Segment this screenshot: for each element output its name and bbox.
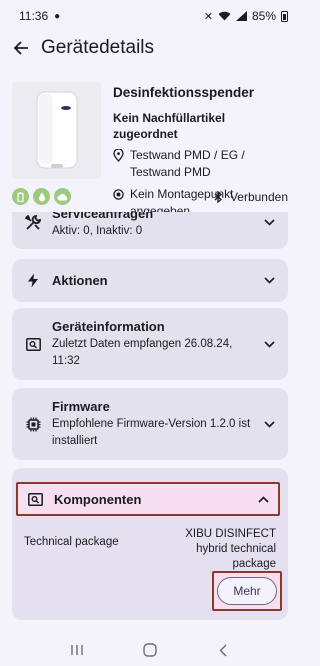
device-search-icon — [26, 492, 44, 506]
arrow-left-icon — [13, 41, 28, 55]
notification-icon: ● — [54, 10, 61, 22]
device-information-title: Geräteinformation — [52, 319, 165, 334]
location-pin-icon — [113, 148, 124, 167]
status-bar: 11:36 ● ✕ 85% — [0, 0, 300, 32]
component-value: XIBU DISINFECT hybrid technical package — [185, 528, 276, 570]
device-image — [12, 82, 101, 179]
service-requests-title: Serviceanfragen — [52, 212, 154, 221]
home-icon — [143, 643, 157, 657]
firmware-card[interactable]: Firmware Empfohlene Firmware-Version 1.2… — [12, 388, 288, 460]
signal-icon — [235, 11, 247, 21]
mute-icon: ✕ — [203, 10, 213, 23]
target-icon — [113, 188, 124, 205]
home-button[interactable] — [138, 638, 162, 662]
system-nav-bar — [0, 634, 300, 666]
cloud-icon — [54, 188, 71, 205]
status-indicators: ✕ 85% — [204, 9, 288, 23]
chevron-down-icon — [262, 340, 276, 348]
device-information-card[interactable]: Geräteinformation Zuletzt Daten empfange… — [12, 308, 288, 380]
component-label: Technical package — [24, 536, 119, 548]
recent-apps-button[interactable] — [65, 638, 89, 662]
more-button-highlight: Mehr — [212, 571, 282, 611]
service-requests-subtitle: Aktiv: 0, Inaktiv: 0 — [52, 225, 143, 237]
recent-apps-icon — [70, 645, 83, 655]
chevron-down-icon — [262, 420, 276, 428]
component-row: Technical package XIBU DISINFECT hybrid … — [24, 527, 276, 572]
service-requests-card[interactable]: Serviceanfragen Aktiv: 0, Inaktiv: 0 — [12, 212, 288, 249]
refill-status: Kein Nachfüllartikel zugeordnet — [113, 111, 226, 141]
location-row: Testwand PMD / EG / Testwand PMD — [113, 147, 293, 181]
connection-text: Verbunden — [229, 190, 288, 204]
device-search-icon — [24, 337, 42, 351]
details-scroll-area[interactable]: Serviceanfragen Aktiv: 0, Inaktiv: 0 Akt… — [0, 212, 300, 630]
nav-back-button[interactable] — [211, 638, 235, 662]
more-button[interactable]: Mehr — [217, 577, 277, 605]
device-name: Desinfektionsspender — [113, 85, 255, 100]
wifi-icon — [218, 11, 231, 21]
device-information-subtitle: Zuletzt Daten empfangen 26.08.24, 11:32 — [52, 338, 233, 367]
firmware-title: Firmware — [52, 399, 110, 414]
battery-icon — [281, 10, 288, 22]
chevron-down-icon — [262, 219, 276, 226]
components-card: Komponenten Technical package XIBU DISIN… — [12, 468, 288, 620]
bluetooth-icon — [214, 191, 222, 203]
chevron-up-icon — [256, 495, 270, 503]
battery-percent: 85% — [251, 9, 276, 23]
back-button[interactable] — [1, 32, 41, 64]
dispenser-illustration — [36, 91, 77, 168]
location-text: Testwand PMD / EG / Testwand PMD — [130, 148, 245, 179]
page-title: Gerätedetails — [41, 37, 155, 58]
liquid-drop-icon — [33, 188, 50, 205]
chip-icon — [24, 417, 42, 432]
components-header[interactable]: Komponenten — [16, 482, 280, 516]
components-title: Komponenten — [54, 491, 142, 507]
chevron-down-icon — [262, 277, 276, 284]
actions-title: Aktionen — [52, 273, 108, 288]
firmware-subtitle: Empfohlene Firmware-Version 1.2.0 ist in… — [52, 418, 251, 447]
app-header: Gerätedetails — [0, 32, 300, 64]
connection-status: Verbunden — [214, 190, 288, 204]
battery-status-icon — [12, 188, 29, 205]
status-badges — [12, 188, 71, 205]
actions-card[interactable]: Aktionen — [12, 259, 288, 302]
back-chevron-icon — [219, 644, 227, 656]
lightning-icon — [24, 273, 42, 288]
tools-icon — [24, 214, 42, 231]
status-time: 11:36 — [19, 9, 49, 23]
